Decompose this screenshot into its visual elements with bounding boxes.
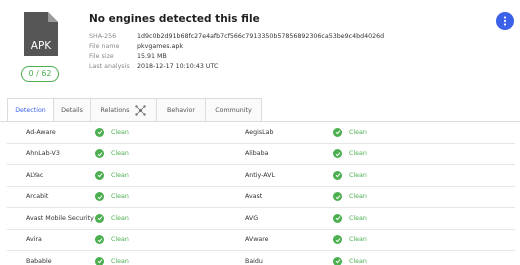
engine-name: Babable (26, 257, 52, 265)
report-tabs: Detection Details Relations Behavior Com… (7, 98, 262, 122)
check-circle-icon (333, 192, 342, 202)
result-label: Clean (111, 214, 129, 222)
engine-name: AhnLab-V3 (26, 150, 60, 158)
engine-result: Clean (95, 213, 245, 223)
engine-name: Avast (245, 193, 263, 201)
apk-file-icon: APK (24, 12, 58, 56)
engine-result: Clean (333, 256, 463, 265)
engine-result: Clean (95, 256, 245, 265)
result-label: Clean (349, 193, 367, 201)
result-label: Clean (111, 171, 129, 179)
engine-result: Clean (333, 127, 463, 137)
engine-result: Clean (95, 192, 245, 202)
engine-name: Antiy-AVL (245, 171, 275, 179)
detail-row-sha256: SHA-256 1d9c0b2d91b68fc27e4afb7cf566c791… (89, 32, 384, 42)
engine-name: Arcabit (26, 193, 49, 201)
engine-name: Baidu (245, 257, 263, 265)
result-label: Clean (349, 214, 367, 222)
engine-result: Clean (333, 192, 463, 202)
tab-label: Detection (15, 107, 46, 114)
engine-result: Clean (333, 149, 463, 159)
file-type-label: APK (31, 40, 53, 52)
check-circle-icon (333, 149, 342, 159)
file-summary: APK 0 / 62 No engines detected this file… (0, 0, 520, 96)
result-label: Clean (349, 128, 367, 136)
detail-key: SHA-256 (89, 33, 117, 40)
engine-result: Clean (95, 170, 245, 180)
table-row: Ad-Aware Clean AegisLab Clean (7, 122, 515, 144)
engine-name: Alibaba (245, 150, 269, 158)
graph-icon (135, 105, 147, 116)
engine-result: Clean (95, 127, 245, 137)
detail-key: File name (89, 43, 120, 50)
table-row: Babable Clean Baidu Clean (7, 251, 515, 265)
detail-key: File size (89, 53, 114, 60)
engine-result: Clean (333, 213, 463, 223)
check-circle-icon (95, 170, 104, 180)
engine-name: Avast Mobile Security (26, 214, 94, 222)
engine-name: Ad-Aware (26, 128, 56, 136)
result-label: Clean (111, 257, 129, 265)
file-details: SHA-256 1d9c0b2d91b68fc27e4afb7cf566c791… (89, 32, 384, 72)
result-label: Clean (349, 257, 367, 265)
table-row: Avast Mobile Security Clean AVG Clean (7, 208, 515, 230)
check-circle-icon (333, 213, 342, 223)
engine-result: Clean (333, 170, 463, 180)
result-label: Clean (111, 236, 129, 244)
check-circle-icon (95, 127, 104, 137)
engine-result: Clean (95, 149, 245, 159)
tab-behavior[interactable]: Behavior (156, 98, 206, 122)
detail-row-file-name: File name pkvgames.apk (89, 42, 384, 52)
last-analysis-value: 2018-12-17 10:10:43 UTC (137, 63, 219, 70)
result-label: Clean (111, 128, 129, 136)
sha256-value[interactable]: 1d9c0b2d91b68fc27e4afb7cf566c7913350b578… (137, 32, 384, 42)
check-circle-icon (333, 235, 342, 245)
vertical-dots-icon (503, 16, 507, 26)
check-circle-icon (333, 256, 342, 265)
file-size-value: 15.91 MB (137, 53, 167, 60)
tab-label: Community (215, 107, 252, 114)
detail-row-file-size: File size 15.91 MB (89, 52, 384, 62)
file-name-value: pkvgames.apk (137, 43, 184, 50)
engine-result: Clean (95, 235, 245, 245)
check-circle-icon (95, 192, 104, 202)
table-row: Arcabit Clean Avast Clean (7, 187, 515, 208)
check-circle-icon (95, 149, 104, 159)
engine-result: Clean (333, 235, 463, 245)
engine-name: Avira (26, 236, 42, 244)
table-row: AhnLab-V3 Clean Alibaba Clean (7, 144, 515, 165)
result-label: Clean (349, 150, 367, 158)
tab-relations[interactable]: Relations (90, 98, 157, 122)
check-circle-icon (333, 170, 342, 180)
engine-name: AegisLab (245, 128, 274, 136)
result-label: Clean (111, 193, 129, 201)
detection-results-table: Ad-Aware Clean AegisLab Clean AhnLab-V3 … (7, 122, 515, 265)
detection-score: 0 / 62 (21, 66, 59, 82)
check-circle-icon (95, 213, 104, 223)
detection-headline: No engines detected this file (89, 13, 260, 25)
result-label: Clean (111, 150, 129, 158)
more-options-button[interactable] (496, 12, 514, 30)
detail-key: Last analysis (89, 63, 130, 70)
check-circle-icon (95, 235, 104, 245)
tab-details[interactable]: Details (53, 98, 91, 122)
tab-label: Behavior (167, 107, 195, 114)
tab-label: Details (61, 107, 83, 114)
tab-label: Relations (100, 107, 130, 114)
table-row: ALYac Clean Antiy-AVL Clean (7, 165, 515, 187)
detail-row-last-analysis: Last analysis 2018-12-17 10:10:43 UTC (89, 62, 384, 72)
result-label: Clean (349, 236, 367, 244)
table-row: Avira Clean AVware Clean (7, 230, 515, 251)
engine-name: AVG (245, 214, 259, 222)
tab-detection[interactable]: Detection (7, 98, 54, 122)
tab-community[interactable]: Community (205, 98, 262, 122)
check-circle-icon (333, 127, 342, 137)
engine-name: ALYac (26, 171, 44, 179)
engine-name: AVware (245, 236, 269, 244)
result-label: Clean (349, 171, 367, 179)
check-circle-icon (95, 256, 104, 265)
